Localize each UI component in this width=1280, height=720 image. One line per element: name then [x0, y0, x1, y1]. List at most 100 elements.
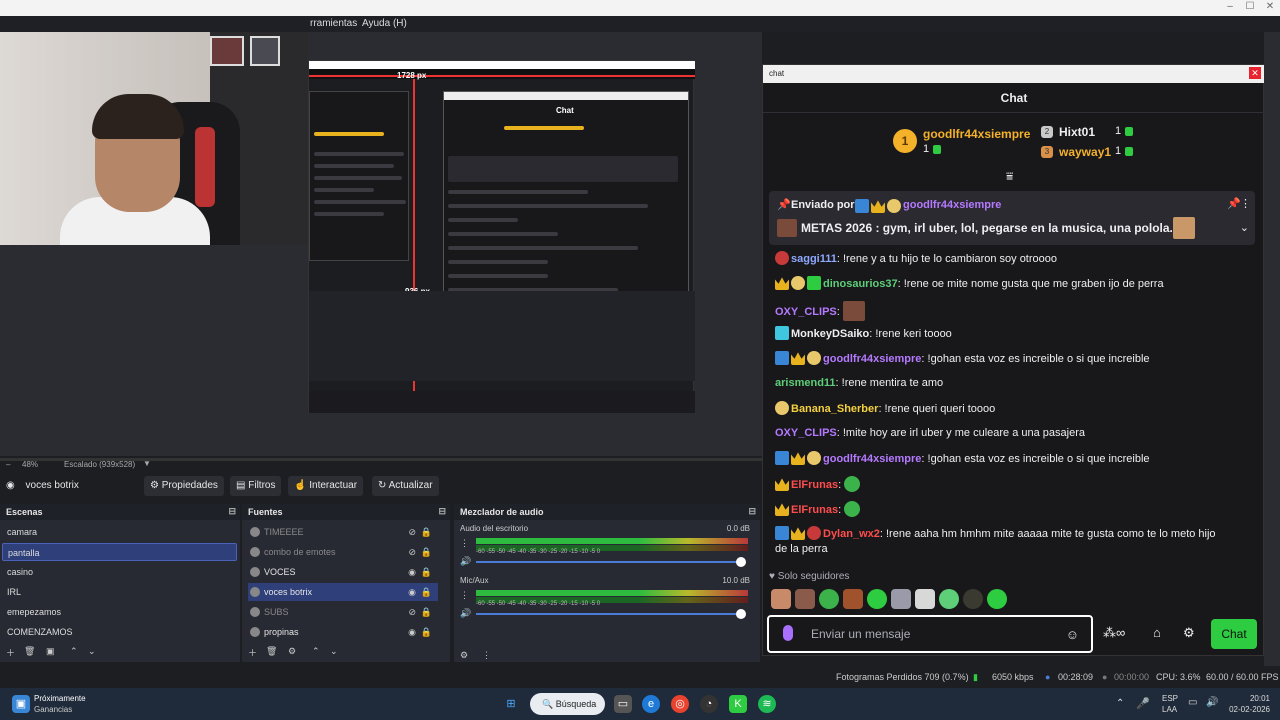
scene-item[interactable]: COMENZAMOS: [2, 623, 237, 641]
store-icon[interactable]: ⌂: [1153, 625, 1161, 640]
move-up-icon[interactable]: ⌃: [70, 646, 78, 657]
mixer-menu-icon[interactable]: ⋮: [482, 650, 491, 661]
tray-chevron-icon[interactable]: ⌃: [1116, 698, 1124, 709]
emote-icon[interactable]: [867, 589, 887, 609]
windows-start-icon[interactable]: ⊞: [502, 695, 520, 713]
emote-icon[interactable]: [819, 589, 839, 609]
refresh-button[interactable]: ↻ Actualizar: [372, 476, 439, 496]
spotify-icon[interactable]: ≋: [758, 695, 776, 713]
mic-icon[interactable]: 🎤: [1136, 697, 1150, 710]
chevron-down-icon[interactable]: ▼: [143, 459, 151, 468]
close-icon[interactable]: ✕: [1260, 0, 1280, 14]
chat-username[interactable]: Dylan_wx2: [823, 528, 880, 540]
obs-icon[interactable]: ◔: [700, 695, 718, 713]
chat-username[interactable]: OXY_CLIPS: [775, 306, 837, 318]
emote-icon[interactable]: [987, 589, 1007, 609]
mic-icon[interactable]: [783, 625, 793, 641]
speaker-icon[interactable]: 🔊: [460, 556, 471, 567]
volume-knob[interactable]: [736, 609, 746, 619]
gifter-name[interactable]: Hixt01: [1059, 125, 1095, 139]
emote-icon[interactable]: [891, 589, 911, 609]
emote-icon[interactable]: [939, 589, 959, 609]
eye-off-icon[interactable]: ⊘: [408, 523, 416, 541]
chevron-down-icon[interactable]: ⌄: [1240, 221, 1249, 234]
source-item[interactable]: combo de emotes ⊘ 🔒: [248, 543, 438, 561]
clock-time[interactable]: 20:01: [1238, 694, 1270, 703]
menu-help[interactable]: Ayuda (H): [362, 18, 407, 29]
language-indicator[interactable]: ESP: [1162, 694, 1178, 703]
source-item[interactable]: propinas ◉ 🔒: [248, 623, 438, 641]
eye-icon[interactable]: ◉: [408, 563, 416, 581]
collapse-icon[interactable]: ⩸: [1006, 169, 1013, 184]
task-view-icon[interactable]: ▭: [614, 695, 632, 713]
emote-icon[interactable]: [795, 589, 815, 609]
interact-button[interactable]: ☝ Interactuar: [288, 476, 364, 496]
chat-username[interactable]: saggi111: [791, 253, 837, 265]
dock-float-icon[interactable]: ⊟: [438, 506, 446, 517]
source-item[interactable]: TIMEEEE ⊘ 🔒: [248, 523, 438, 541]
add-scene-button[interactable]: ＋: [6, 646, 15, 659]
volume-slider[interactable]: [476, 561, 744, 563]
emote-icon[interactable]: [915, 589, 935, 609]
dock-float-icon[interactable]: ⊟: [228, 506, 236, 517]
lock-icon[interactable]: 🔒: [421, 563, 432, 581]
lock-icon[interactable]: 🔒: [421, 583, 432, 601]
scene-item[interactable]: emepezamos: [2, 603, 237, 621]
chrome-icon[interactable]: ◎: [671, 695, 689, 713]
unpin-icon[interactable]: 📌: [1227, 197, 1241, 210]
eye-off-icon[interactable]: ⊘: [408, 603, 416, 621]
gear-icon[interactable]: ⚙: [1183, 625, 1195, 641]
scene-item[interactable]: camara: [2, 523, 237, 541]
move-down-icon[interactable]: ⌄: [330, 646, 338, 657]
track-menu-icon[interactable]: ⋮: [460, 538, 469, 549]
emote-icon[interactable]: [843, 589, 863, 609]
volume-knob[interactable]: [736, 557, 746, 567]
kick-icon[interactable]: K: [729, 695, 747, 713]
chat-username[interactable]: ElFrunas: [791, 504, 838, 516]
zoom-dropdown-icon[interactable]: –: [6, 460, 10, 469]
taskbar-search[interactable]: 🔍 Búsqueda: [530, 693, 605, 715]
add-source-button[interactable]: ＋: [248, 646, 257, 659]
pinned-user[interactable]: goodlfr44xsiempre: [903, 199, 1001, 211]
send-chat-button[interactable]: Chat: [1211, 619, 1257, 649]
bits-icon[interactable]: ⁂∞: [1103, 625, 1125, 641]
move-down-icon[interactable]: ⌄: [88, 646, 96, 657]
trash-icon[interactable]: 🗑: [24, 646, 35, 657]
source-item[interactable]: VOCES ◉ 🔒: [248, 563, 438, 581]
maximize-icon[interactable]: ☐: [1240, 0, 1260, 14]
scene-item[interactable]: pantalla: [2, 543, 237, 561]
chat-username[interactable]: goodlfr44xsiempre: [823, 453, 921, 465]
scene-filter-icon[interactable]: ▣: [46, 646, 55, 657]
chat-input[interactable]: Enviar un mensaje ☺: [767, 615, 1093, 653]
mixer-settings-icon[interactable]: ⚙: [460, 650, 468, 661]
chat-username[interactable]: MonkeyDSaiko: [791, 328, 869, 340]
lock-icon[interactable]: 🔒: [421, 523, 432, 541]
source-item[interactable]: SUBS ⊘ 🔒: [248, 603, 438, 621]
volume-icon[interactable]: 🔊: [1206, 697, 1218, 708]
source-item[interactable]: voces botrix ◉ 🔒: [248, 583, 438, 601]
eye-icon[interactable]: ◉: [408, 583, 416, 601]
filters-button[interactable]: ▤ Filtros: [230, 476, 282, 496]
weather-icon[interactable]: ▣: [12, 695, 30, 713]
chat-username[interactable]: OXY_CLIPS: [775, 427, 837, 439]
gifter-name[interactable]: wayway1: [1059, 145, 1111, 159]
monitor-icon[interactable]: ▭: [1188, 697, 1197, 708]
scene-item[interactable]: IRL: [2, 583, 237, 601]
menu-tools[interactable]: rramientas: [310, 18, 357, 29]
more-options-icon[interactable]: ⋮: [1240, 197, 1251, 210]
chat-username[interactable]: Banana_Sherber: [791, 403, 878, 415]
emote-icon[interactable]: [771, 589, 791, 609]
dock-float-icon[interactable]: ⊟: [748, 506, 756, 517]
speaker-icon[interactable]: 🔊: [460, 608, 471, 619]
chat-username[interactable]: ElFrunas: [791, 479, 838, 491]
top-gifter-name[interactable]: goodlfr44xsiempre: [923, 127, 1030, 141]
close-icon[interactable]: ✕: [1249, 67, 1261, 79]
volume-slider[interactable]: [476, 613, 744, 615]
minimize-icon[interactable]: –: [1220, 0, 1240, 14]
lock-icon[interactable]: 🔒: [421, 603, 432, 621]
eye-off-icon[interactable]: ⊘: [408, 543, 416, 561]
move-up-icon[interactable]: ⌃: [312, 646, 320, 657]
scene-item[interactable]: casino: [2, 563, 237, 581]
emote-icon[interactable]: [963, 589, 983, 609]
lock-icon[interactable]: 🔒: [421, 543, 432, 561]
